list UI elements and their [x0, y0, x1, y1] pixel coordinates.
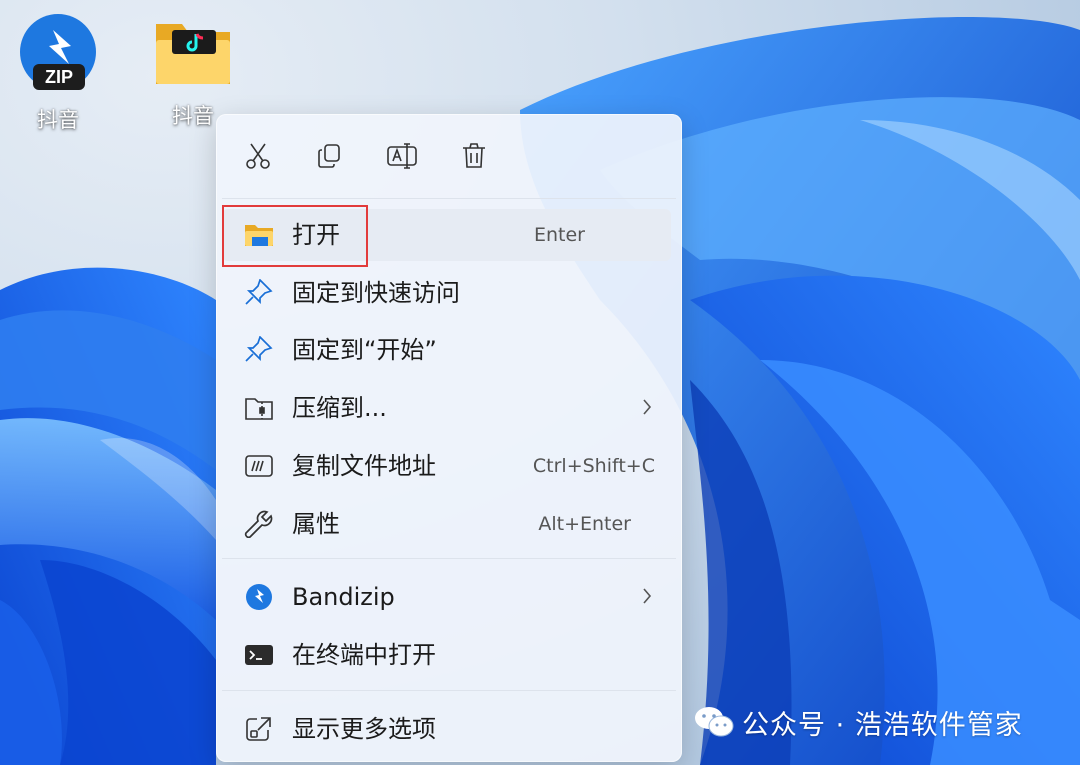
rename-icon: [387, 143, 417, 169]
menu-item-label: 固定到“开始”: [292, 336, 437, 364]
context-menu-toolbar: [216, 114, 682, 198]
pin-icon: [244, 336, 274, 364]
menu-item-label: 显示更多选项: [292, 715, 436, 743]
wechat-icon: [695, 707, 734, 737]
menu-item-pin-quick-access[interactable]: 固定到快速访问: [222, 267, 671, 319]
watermark: 公众号 · 浩浩软件管家: [694, 700, 1023, 744]
menu-item-shortcut: Enter: [534, 224, 585, 246]
menu-item-open[interactable]: 打开 Enter: [222, 209, 671, 261]
menu-item-label: Bandizip: [292, 583, 395, 611]
chevron-right-icon: [641, 397, 653, 421]
zip-archive-icon: ZIP: [20, 14, 96, 90]
menu-item-label: 固定到快速访问: [292, 279, 460, 307]
rename-button[interactable]: [384, 138, 420, 174]
chevron-right-icon: [641, 586, 653, 610]
delete-icon: [463, 143, 485, 168]
menu-item-shortcut: Ctrl+Shift+C: [532, 455, 655, 477]
desktop: ZIP 抖音 抖音 打开 Enter 固定到快速访问 固定到“开始” 压缩到..…: [0, 0, 1080, 765]
menu-item-label: 在终端中打开: [292, 641, 436, 669]
delete-button[interactable]: [456, 138, 492, 174]
copy-button[interactable]: [312, 138, 348, 174]
menu-item-copy-path[interactable]: 复制文件地址 Ctrl+Shift+C: [222, 440, 671, 492]
cut-icon: [246, 143, 270, 169]
copy-path-icon: [244, 452, 274, 480]
menu-item-label: 打开: [292, 221, 340, 249]
watermark-text: 公众号 · 浩浩软件管家: [742, 709, 1023, 741]
menu-item-open-terminal[interactable]: 在终端中打开: [222, 629, 671, 681]
copy-icon: [318, 144, 340, 168]
menu-item-show-more-options[interactable]: 显示更多选项: [222, 703, 671, 755]
zip-folder-icon: [244, 394, 274, 422]
context-menu: 打开 Enter 固定到快速访问 固定到“开始” 压缩到... 复制文件地址 C…: [216, 114, 682, 762]
desktop-icon-zip-douyin[interactable]: ZIP 抖音: [13, 12, 103, 134]
zip-badge-text: ZIP: [45, 67, 73, 87]
menu-separator: [222, 690, 676, 691]
folder-open-icon: [244, 221, 274, 249]
more-options-icon: [244, 715, 274, 743]
wrench-icon: [244, 510, 274, 538]
menu-item-properties[interactable]: 属性 Alt+Enter: [222, 498, 671, 550]
menu-item-label: 压缩到...: [292, 394, 387, 422]
menu-separator: [222, 198, 676, 199]
terminal-icon: [244, 641, 274, 669]
menu-item-pin-start[interactable]: 固定到“开始”: [222, 324, 671, 376]
desktop-icon-label: 抖音: [37, 108, 79, 132]
menu-item-label: 属性: [292, 510, 340, 538]
menu-item-shortcut: Alt+Enter: [538, 513, 631, 535]
bandizip-icon: [244, 583, 274, 611]
menu-item-compress-to[interactable]: 压缩到...: [222, 382, 671, 434]
folder-icon: [156, 24, 230, 84]
desktop-icon-folder-douyin[interactable]: 抖音: [148, 14, 238, 130]
menu-item-label: 复制文件地址: [292, 452, 436, 480]
pin-icon: [244, 279, 274, 307]
menu-separator: [222, 558, 676, 559]
menu-item-bandizip[interactable]: Bandizip: [222, 571, 671, 623]
cut-button[interactable]: [240, 138, 276, 174]
